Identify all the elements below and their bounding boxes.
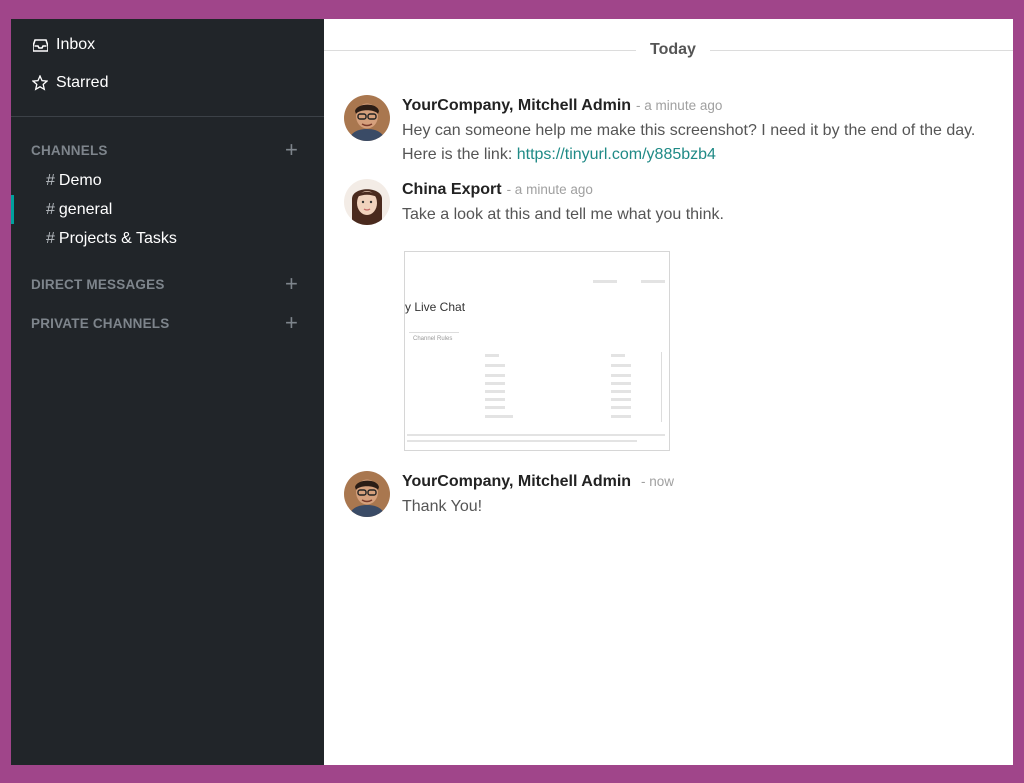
message-line: Here is the link: https://tinyurl.com/y8… (402, 143, 975, 167)
sidebar-item-label: Starred (56, 74, 109, 91)
hash-icon: # (46, 200, 55, 218)
message: YourCompany, Mitchell Admin - a minute a… (344, 95, 975, 167)
channel-label: general (58, 200, 113, 218)
channel-label: Demo (58, 171, 102, 189)
inbox-icon (31, 36, 49, 54)
add-direct-message-icon[interactable]: + (285, 273, 298, 295)
avatar[interactable] (344, 471, 390, 517)
message-line: Hey can someone help me make this screen… (402, 122, 976, 139)
day-separator: Today (324, 39, 1013, 61)
message-time: - now (641, 474, 675, 489)
channel-label: Projects & Tasks (58, 229, 177, 247)
private-channels-header: PRIVATE CHANNELS + (11, 312, 324, 334)
message: YourCompany, Mitchell Admin - now Thank … (344, 471, 674, 519)
attachment-tab: Channel Rules (413, 336, 453, 342)
sidebar-item-inbox[interactable]: Inbox (11, 26, 324, 64)
message-thread: Today YourCompany, Mitchell Admin - a mi… (324, 19, 1013, 765)
message-author[interactable]: YourCompany, Mitchell Admin (402, 97, 631, 115)
sidebar-item-projects-tasks[interactable]: # Projects & Tasks (11, 224, 324, 253)
sidebar-item-demo[interactable]: # Demo (11, 166, 324, 195)
message-author[interactable]: YourCompany, Mitchell Admin (402, 473, 631, 491)
message-link[interactable]: https://tinyurl.com/y885bzb4 (517, 146, 716, 163)
avatar[interactable] (344, 179, 390, 225)
sidebar-item-general[interactable]: # general (11, 195, 324, 224)
sidebar-divider (11, 116, 324, 117)
message-text: Hey can someone help me make this screen… (402, 119, 975, 167)
add-private-channel-icon[interactable]: + (285, 312, 298, 334)
sidebar: Inbox Starred CHANNELS + # Demo # genera… (11, 19, 324, 765)
message-time: - a minute ago (636, 98, 723, 113)
sidebar-item-label: Inbox (56, 36, 96, 53)
sidebar-item-starred[interactable]: Starred (11, 64, 324, 102)
message-author[interactable]: China Export (402, 181, 502, 199)
channels-header-label: CHANNELS (31, 142, 108, 158)
star-icon (31, 74, 49, 92)
direct-messages-header: DIRECT MESSAGES + (11, 273, 324, 295)
hash-icon: # (46, 171, 55, 189)
message-time: - a minute ago (506, 182, 593, 197)
add-channel-icon[interactable]: + (285, 139, 298, 161)
attachment-title: y Live Chat (405, 300, 466, 314)
hash-icon: # (46, 229, 55, 247)
message: China Export - a minute ago Take a look … (344, 179, 724, 227)
message-text: Take a look at this and tell me what you… (402, 206, 724, 223)
message-text: Thank You! (402, 498, 483, 515)
attachment-thumbnail[interactable]: y Live Chat Channel Rules (404, 251, 670, 451)
direct-messages-label: DIRECT MESSAGES (31, 276, 165, 292)
day-separator-label: Today (650, 41, 696, 58)
message-link-prefix: Here is the link: (402, 146, 517, 163)
private-channels-label: PRIVATE CHANNELS (31, 315, 170, 331)
avatar[interactable] (344, 95, 390, 141)
channels-header: CHANNELS + (11, 139, 324, 161)
discuss-window: Inbox Starred CHANNELS + # Demo # genera… (11, 19, 1013, 765)
